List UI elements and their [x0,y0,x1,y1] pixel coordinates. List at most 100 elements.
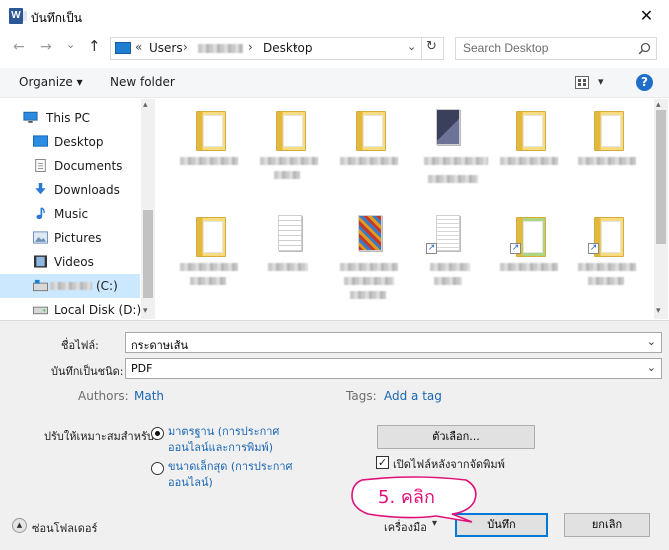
file-scroll-up-icon[interactable]: ▴ [656,100,661,110]
breadcrumb-username-redacted[interactable] [198,44,243,53]
downloads-icon [35,183,46,195]
file-item[interactable] [336,205,402,309]
authors-value[interactable]: Math [134,389,164,403]
document-icon [278,215,302,251]
open-after-publish-checkbox[interactable]: ✓ [376,456,389,469]
option-standard-label[interactable]: มาตรฐาน (การประกาศ ออนไลน์และการพิมพ์) [168,424,293,456]
shortcut-item[interactable]: ↗ [496,205,562,309]
address-divider [421,38,422,59]
nav-item-this-pc[interactable]: This PC [0,106,140,130]
file-name-redacted [340,157,398,165]
disk-icon [33,306,48,315]
nav-scroll-up-icon[interactable]: ▴ [143,100,148,110]
drive-icon [33,279,48,292]
address-dropdown-chevron-icon[interactable]: ⌄ [407,40,416,53]
option-minimum-label[interactable]: ขนาดเล็กสุด (การประกาศ ออนไลน์) [168,459,293,491]
file-name-redacted [340,263,398,271]
folder-icon [276,111,306,151]
view-options-icon[interactable] [575,76,589,89]
nav-item-label: Local Disk (D:) [54,303,142,317]
nav-item-documents[interactable]: Documents [0,154,140,178]
filetype-dropdown-chevron-icon[interactable]: ⌄ [647,361,656,374]
nav-item-music[interactable]: Music [0,202,140,226]
documents-icon [35,159,46,172]
cancel-button[interactable]: ยกเลิก [564,513,650,537]
new-folder-button[interactable]: New folder [110,75,175,89]
nav-item-desktop[interactable]: Desktop [0,130,140,154]
add-tag-link[interactable]: Add a tag [384,389,442,403]
view-dropdown-chevron-icon[interactable]: ▾ [598,75,604,88]
file-scroll-down-icon[interactable]: ▾ [656,306,661,316]
hide-folders-label[interactable]: ซ่อนโฟลเดอร์ [32,519,97,537]
folder-icon [196,217,226,257]
open-after-publish-label[interactable]: เปิดไฟล์หลังจากจัดพิมพ์ [393,455,505,473]
folder-item[interactable] [496,99,562,203]
shortcut-arrow-icon: ↗ [588,243,599,254]
search-input[interactable] [463,41,633,55]
breadcrumb-users[interactable]: Users [149,41,183,55]
radio-minimum-size[interactable] [151,462,164,475]
file-scroll-thumb[interactable] [656,110,666,244]
file-name-redacted [434,277,462,285]
file-name-redacted [180,157,238,165]
nav-scroll-thumb[interactable] [143,210,153,298]
music-icon [36,207,45,220]
search-icon[interactable] [638,42,651,55]
forward-arrow-icon[interactable]: → [40,39,52,55]
file-name-redacted [430,263,470,271]
nav-item-label: (C:) [96,279,118,293]
breadcrumb-overflow[interactable]: « [135,40,142,54]
nav-scroll-down-icon[interactable]: ▾ [143,306,148,316]
filetype-label: บันทึกเป็นชนิด: [51,365,124,378]
up-arrow-icon[interactable]: ↑ [88,37,101,55]
folder-item[interactable] [336,99,402,203]
file-name-redacted [424,157,488,165]
help-icon[interactable]: ? [636,74,653,91]
file-item[interactable] [256,205,322,309]
refresh-icon[interactable]: ↻ [426,39,437,54]
filename-dropdown-chevron-icon[interactable]: ⌄ [647,335,656,348]
organize-menu-button[interactable]: Organize ▾ [19,75,83,89]
file-name-redacted [350,291,386,299]
breadcrumb-separator[interactable]: › [248,40,253,54]
breadcrumb-separator[interactable]: › [293,40,298,54]
title-bar: W บันทึกเป็น ✕ [0,0,669,32]
optimize-for-label: ปรับให้เหมาะสมสำหรับ: [44,430,158,443]
hide-folders-icon[interactable]: ▲ [12,518,27,533]
tutorial-callout: 5. คลิก [348,476,478,523]
document-icon [436,215,460,251]
folder-item[interactable] [176,99,242,203]
nav-item-pictures[interactable]: Pictures [0,226,140,250]
word-app-icon: W [9,8,27,24]
back-arrow-icon[interactable]: ← [13,39,25,55]
folder-item[interactable] [176,205,242,309]
videos-icon [34,255,47,268]
radio-standard[interactable] [151,427,164,440]
address-bar[interactable]: « Users › › Desktop › ⌄ ↻ [110,37,444,60]
folder-item[interactable] [256,99,322,203]
folder-icon [356,111,386,151]
file-name-redacted [268,263,308,271]
file-name-redacted [428,175,478,183]
shortcut-item[interactable]: ↗ [414,205,480,309]
recent-locations-chevron-icon[interactable]: ⌄ [66,38,75,51]
breadcrumb-desktop[interactable]: Desktop [263,41,313,55]
options-button[interactable]: ตัวเลือก... [377,425,535,449]
folder-item[interactable] [574,99,640,203]
filename-field[interactable]: กระดาษเส้น ⌄ [125,332,662,353]
filetype-select[interactable]: PDF ⌄ [125,358,662,379]
nav-item-drive-c[interactable]: (C:) [0,274,140,298]
shortcut-item[interactable]: ↗ [574,205,640,309]
breadcrumb-separator[interactable]: › [183,40,188,54]
tags-label: Tags: [346,389,377,403]
nav-item-local-disk-d[interactable]: Local Disk (D:) [0,298,142,322]
nav-item-label: Documents [54,159,123,173]
file-item[interactable] [414,99,488,203]
search-box[interactable] [455,37,657,60]
close-button[interactable]: ✕ [624,0,669,32]
nav-item-downloads[interactable]: Downloads [0,178,140,202]
nav-item-videos[interactable]: Videos [0,250,140,274]
file-name-redacted [180,263,238,271]
callout-text: 5. คลิก [378,487,435,508]
file-list: ↗ ↗ ↗ [156,99,654,319]
